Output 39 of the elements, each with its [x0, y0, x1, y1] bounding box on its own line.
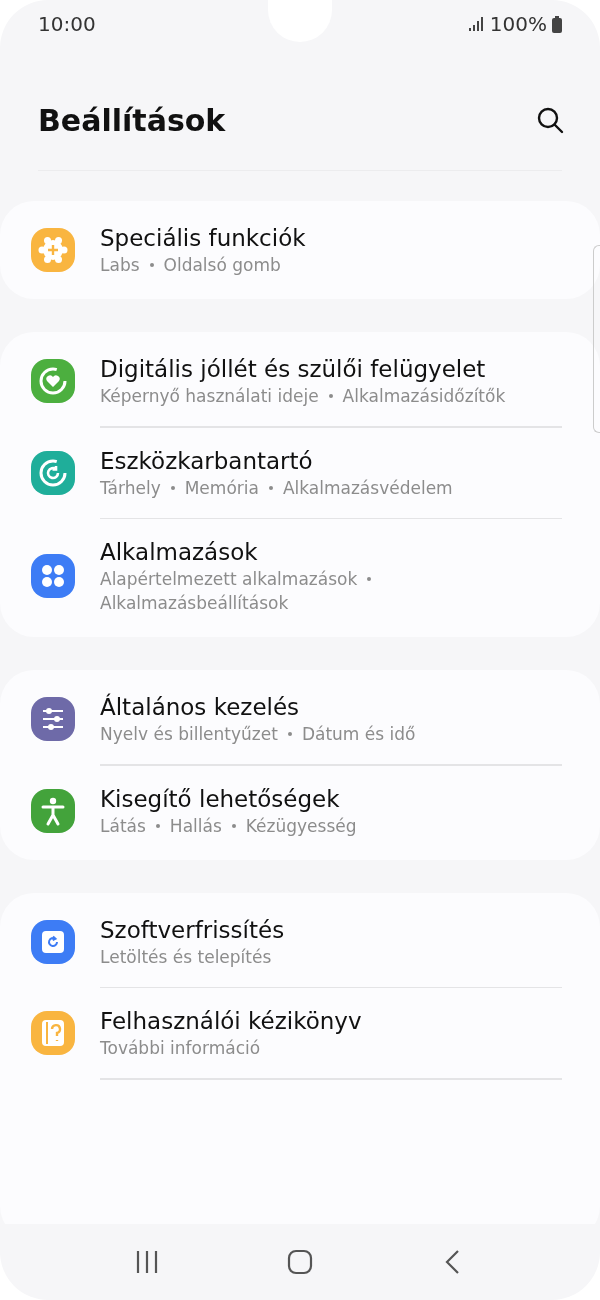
- setting-detail: Oldalsó gomb: [163, 255, 281, 275]
- setting-detail: Kézügyesség: [245, 815, 357, 836]
- setting-title[interactable]: Eszközkarbantartó: [100, 447, 453, 474]
- separator-dot: [149, 263, 154, 267]
- setting-detail: Labs: [100, 255, 140, 275]
- battery-level: 100%: [489, 12, 547, 36]
- setting-detail: Nyelv és billentyűzet: [100, 724, 278, 744]
- separator-dot: [231, 823, 236, 828]
- setting-detail: További információ: [100, 1038, 261, 1058]
- page-title: Beállítások: [38, 102, 226, 138]
- separator-dot: [268, 485, 273, 490]
- home-icon[interactable]: [287, 1249, 313, 1275]
- setting-detail: Látás: [100, 815, 146, 836]
- setting-detail: Alkalmazásbeállítások: [100, 593, 289, 613]
- separator-dot: [367, 577, 372, 581]
- separator-dot: [155, 823, 160, 828]
- setting-title[interactable]: Szoftverfrissítés: [100, 916, 285, 943]
- separator-dot: [328, 394, 333, 398]
- setting-detail: Memória: [184, 477, 259, 498]
- setting-detail: Képernyő használati ideje: [100, 386, 319, 406]
- setting-title[interactable]: Kisegítő lehetőségek: [100, 785, 357, 812]
- setting-detail: Tárhely: [100, 477, 161, 498]
- setting-title[interactable]: Általános kezelés: [100, 694, 416, 720]
- status-time: 10:00: [38, 12, 96, 36]
- setting-detail: Alkalmazásvédelem: [282, 477, 453, 498]
- battery-icon: [552, 15, 562, 33]
- search-icon[interactable]: [536, 106, 564, 134]
- separator-dot: [287, 732, 292, 736]
- setting-title[interactable]: Alkalmazások: [100, 539, 530, 565]
- signal-icon: [468, 17, 485, 31]
- separator-dot: [170, 485, 175, 490]
- setting-title[interactable]: Felhasználói kézikönyv: [100, 1008, 362, 1034]
- setting-title[interactable]: Digitális jóllét és szülői felügyelet: [100, 356, 506, 382]
- setting-detail: Dátum és idő: [301, 724, 416, 744]
- setting-title[interactable]: Speciális funkciók: [100, 225, 306, 251]
- setting-detail: Letöltés és telepítés: [100, 946, 272, 967]
- setting-detail: Alapértelmezett alkalmazások: [100, 569, 358, 589]
- setting-detail: Alkalmazásidőzítők: [342, 386, 506, 406]
- setting-detail: Hallás: [169, 815, 222, 836]
